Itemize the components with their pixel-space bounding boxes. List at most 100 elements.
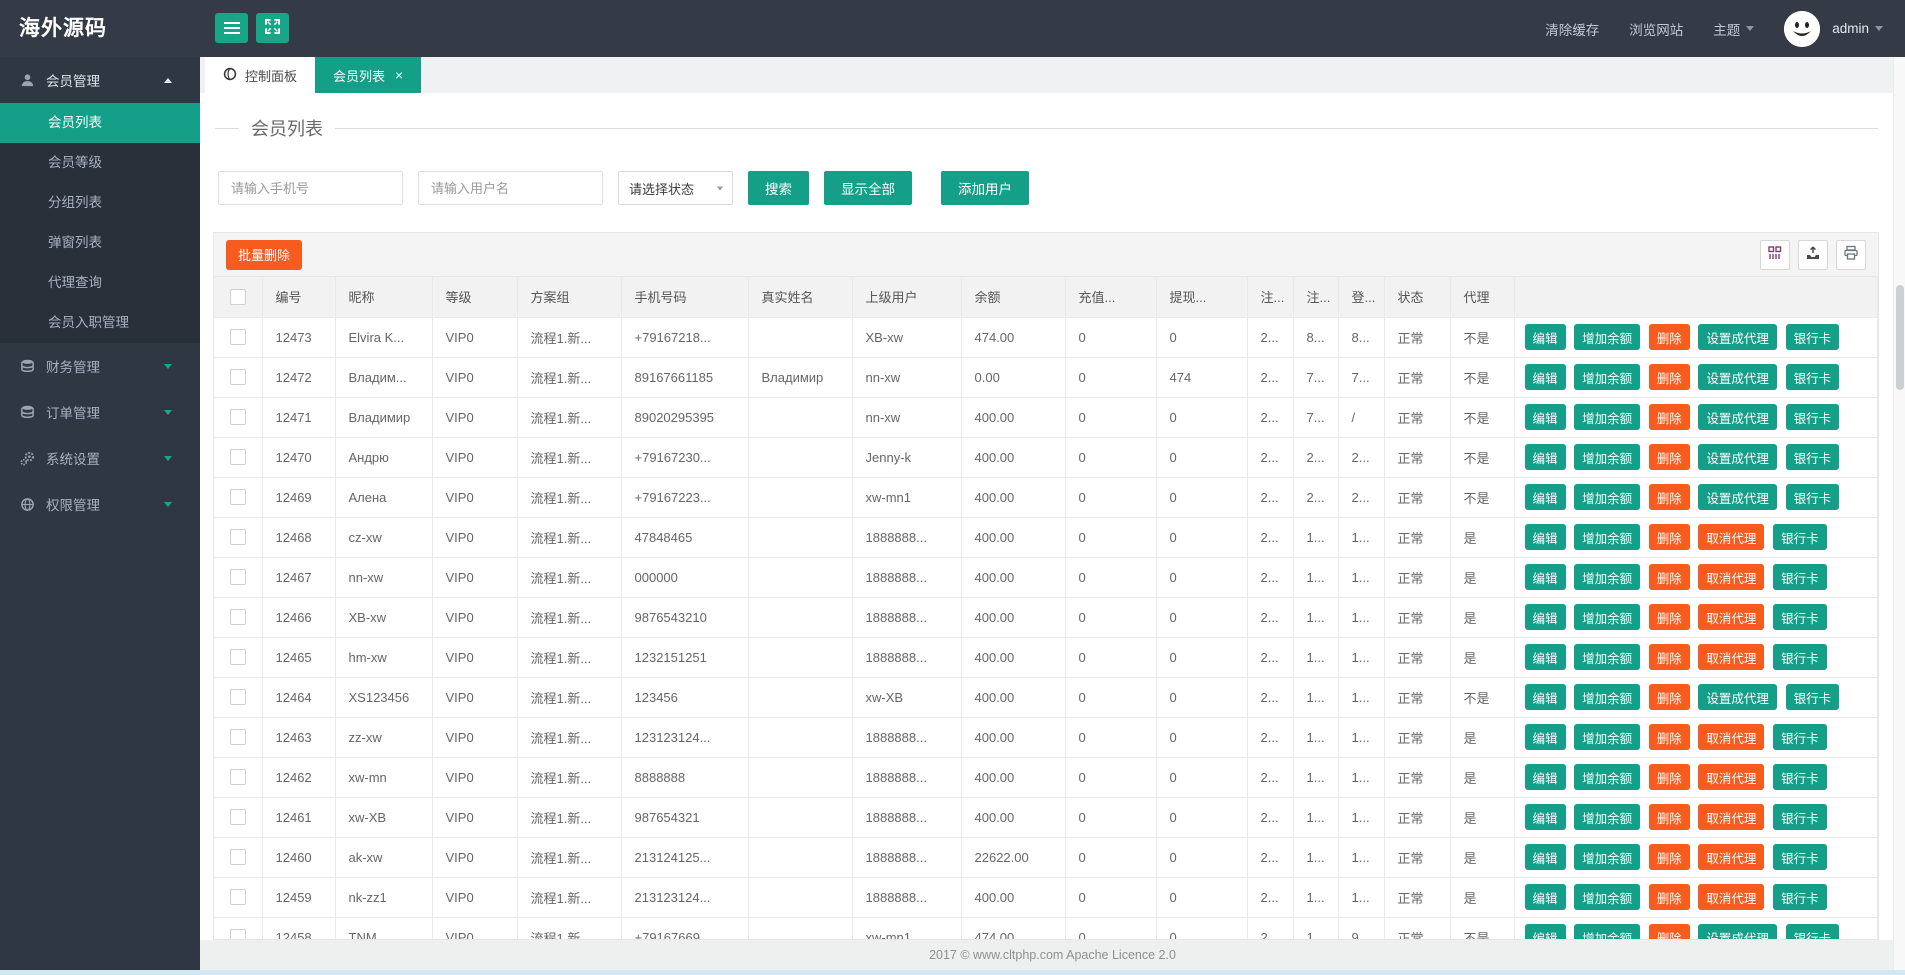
delete-button[interactable]: 删除	[1648, 644, 1690, 670]
add-balance-button[interactable]: 增加余额	[1574, 404, 1641, 430]
sidebar-subitem-member-entry[interactable]: 会员入职管理	[0, 303, 200, 343]
add-balance-button[interactable]: 增加余额	[1574, 924, 1641, 939]
add-balance-button[interactable]: 增加余额	[1574, 764, 1641, 790]
add-balance-button[interactable]: 增加余额	[1574, 444, 1641, 470]
bank-card-button[interactable]: 银行卡	[1785, 324, 1840, 350]
bank-card-button[interactable]: 银行卡	[1785, 364, 1840, 390]
bank-card-button[interactable]: 银行卡	[1785, 484, 1840, 510]
edit-button[interactable]: 编辑	[1524, 924, 1566, 939]
agent-toggle-button[interactable]: 取消代理	[1698, 884, 1765, 910]
edit-button[interactable]: 编辑	[1524, 564, 1566, 590]
search-button[interactable]: 搜索	[748, 171, 809, 205]
sidebar-toggle-button[interactable]	[215, 13, 248, 43]
edit-button[interactable]: 编辑	[1524, 844, 1566, 870]
close-icon[interactable]: ×	[395, 68, 403, 82]
agent-toggle-button[interactable]: 取消代理	[1698, 644, 1765, 670]
row-checkbox[interactable]	[229, 569, 246, 586]
delete-button[interactable]: 删除	[1648, 364, 1690, 390]
add-balance-button[interactable]: 增加余额	[1574, 844, 1641, 870]
horizontal-scrollbar[interactable]	[0, 970, 1905, 975]
agent-toggle-button[interactable]: 取消代理	[1698, 524, 1765, 550]
bank-card-button[interactable]: 银行卡	[1773, 844, 1827, 870]
theme-menu[interactable]: 主题	[1713, 19, 1755, 39]
edit-button[interactable]: 编辑	[1524, 324, 1566, 350]
row-checkbox[interactable]	[229, 529, 246, 546]
tab-member-list[interactable]: 会员列表 ×	[315, 57, 422, 93]
edit-button[interactable]: 编辑	[1524, 724, 1566, 750]
add-balance-button[interactable]: 增加余额	[1574, 564, 1641, 590]
bank-card-button[interactable]: 银行卡	[1773, 644, 1827, 670]
agent-toggle-button[interactable]: 取消代理	[1698, 844, 1765, 870]
tab-dashboard[interactable]: 控制面板	[205, 57, 316, 93]
edit-button[interactable]: 编辑	[1524, 884, 1566, 910]
add-balance-button[interactable]: 增加余额	[1574, 644, 1641, 670]
delete-button[interactable]: 删除	[1648, 844, 1690, 870]
row-checkbox[interactable]	[229, 609, 246, 626]
sidebar-item-member-management[interactable]: 会员管理	[0, 57, 200, 103]
export-button[interactable]	[1798, 239, 1828, 270]
row-checkbox[interactable]	[229, 689, 246, 706]
sidebar-subitem-member-level[interactable]: 会员等级	[0, 143, 200, 183]
row-checkbox[interactable]	[229, 449, 246, 466]
delete-button[interactable]: 删除	[1648, 724, 1690, 750]
delete-button[interactable]: 删除	[1648, 324, 1690, 350]
agent-toggle-button[interactable]: 设置成代理	[1698, 684, 1777, 710]
row-checkbox[interactable]	[229, 489, 246, 506]
add-balance-button[interactable]: 增加余额	[1574, 604, 1641, 630]
row-checkbox[interactable]	[229, 329, 246, 346]
bank-card-button[interactable]: 银行卡	[1773, 524, 1827, 550]
agent-toggle-button[interactable]: 取消代理	[1698, 764, 1765, 790]
bank-card-button[interactable]: 银行卡	[1773, 604, 1827, 630]
row-checkbox[interactable]	[229, 649, 246, 666]
batch-delete-button[interactable]: 批量删除	[226, 239, 303, 270]
phone-input[interactable]	[218, 171, 403, 205]
edit-button[interactable]: 编辑	[1524, 404, 1566, 430]
vertical-scrollbar[interactable]	[1893, 57, 1905, 970]
delete-button[interactable]: 删除	[1648, 564, 1690, 590]
sidebar-item-finance-management[interactable]: 财务管理	[0, 343, 200, 389]
delete-button[interactable]: 删除	[1648, 924, 1690, 939]
row-checkbox[interactable]	[229, 809, 246, 826]
sidebar-item-permission-management[interactable]: 权限管理	[0, 481, 200, 527]
show-all-button[interactable]: 显示全部	[824, 171, 912, 205]
add-balance-button[interactable]: 增加余额	[1574, 684, 1641, 710]
delete-button[interactable]: 删除	[1648, 404, 1690, 430]
browse-site-link[interactable]: 浏览网站	[1629, 19, 1683, 39]
row-checkbox[interactable]	[229, 889, 246, 906]
print-button[interactable]	[1836, 239, 1866, 270]
agent-toggle-button[interactable]: 取消代理	[1698, 604, 1765, 630]
delete-button[interactable]: 删除	[1648, 444, 1690, 470]
edit-button[interactable]: 编辑	[1524, 604, 1566, 630]
columns-button[interactable]	[1760, 239, 1790, 270]
bank-card-button[interactable]: 银行卡	[1785, 444, 1840, 470]
add-balance-button[interactable]: 增加余额	[1574, 364, 1641, 390]
add-balance-button[interactable]: 增加余额	[1574, 324, 1641, 350]
delete-button[interactable]: 删除	[1648, 684, 1690, 710]
delete-button[interactable]: 删除	[1648, 604, 1690, 630]
fullscreen-button[interactable]	[256, 13, 289, 43]
edit-button[interactable]: 编辑	[1524, 444, 1566, 470]
sidebar-subitem-group-list[interactable]: 分组列表	[0, 183, 200, 223]
sidebar-subitem-agent-query[interactable]: 代理查询	[0, 263, 200, 303]
agent-toggle-button[interactable]: 取消代理	[1698, 804, 1765, 830]
add-balance-button[interactable]: 增加余额	[1574, 804, 1641, 830]
clear-cache-link[interactable]: 清除缓存	[1545, 19, 1599, 39]
username-input[interactable]	[418, 171, 603, 205]
bank-card-button[interactable]: 银行卡	[1773, 764, 1827, 790]
row-checkbox[interactable]	[229, 769, 246, 786]
add-balance-button[interactable]: 增加余额	[1574, 884, 1641, 910]
avatar[interactable]	[1784, 10, 1821, 47]
delete-button[interactable]: 删除	[1648, 804, 1690, 830]
agent-toggle-button[interactable]: 设置成代理	[1698, 444, 1777, 470]
sidebar-item-order-management[interactable]: 订单管理	[0, 389, 200, 435]
row-checkbox[interactable]	[229, 849, 246, 866]
bank-card-button[interactable]: 银行卡	[1773, 724, 1827, 750]
edit-button[interactable]: 编辑	[1524, 524, 1566, 550]
add-balance-button[interactable]: 增加余额	[1574, 484, 1641, 510]
bank-card-button[interactable]: 银行卡	[1773, 804, 1827, 830]
bank-card-button[interactable]: 银行卡	[1773, 884, 1827, 910]
bank-card-button[interactable]: 银行卡	[1785, 924, 1840, 939]
edit-button[interactable]: 编辑	[1524, 684, 1566, 710]
agent-toggle-button[interactable]: 设置成代理	[1698, 924, 1777, 939]
delete-button[interactable]: 删除	[1648, 524, 1690, 550]
